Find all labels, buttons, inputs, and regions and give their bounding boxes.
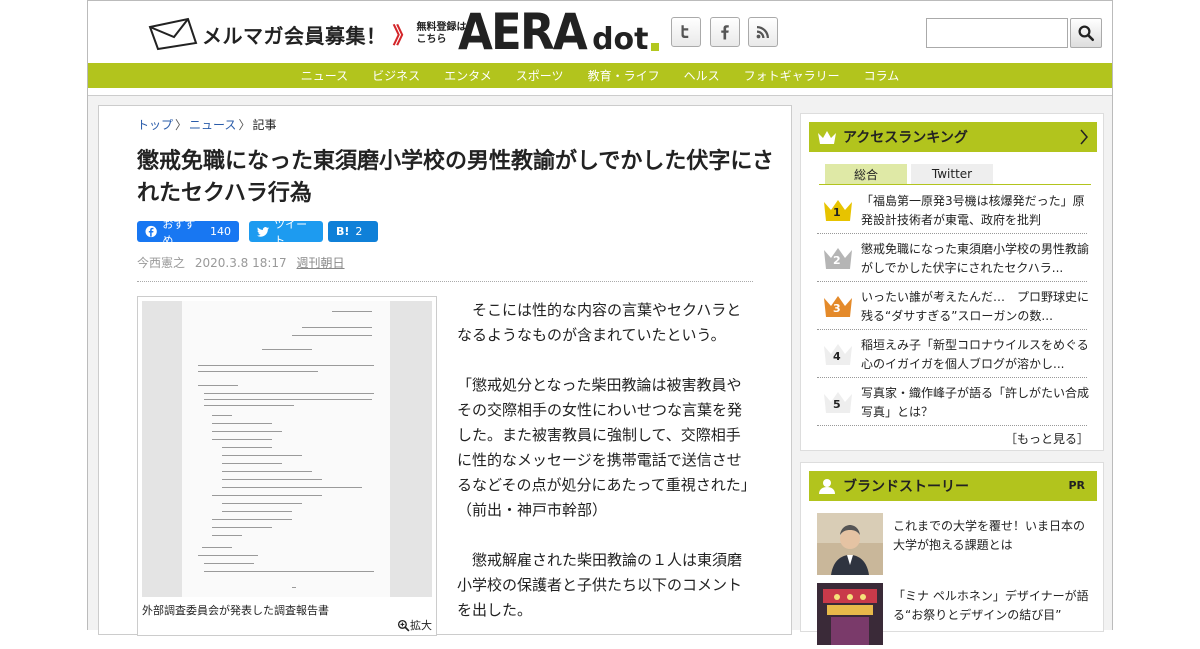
- twitter-button[interactable]: [671, 17, 701, 47]
- ranking-item[interactable]: 3 いったい誰が考えたんだ… プロ野球史に残る“ダサすぎる”スローガンの数...: [817, 282, 1089, 330]
- ranking-tabs: 総合 Twitter: [825, 164, 997, 184]
- ranking-item[interactable]: 4 稲垣えみ子「新型コロナウイルスをめぐる心のイガイガを個人ブログが溶かし...: [817, 330, 1089, 378]
- nav-item-education[interactable]: 教育・ライフ: [588, 67, 660, 84]
- access-ranking-panel: アクセスランキング 総合 Twitter 1 「福島第一原発3号機は核爆発だった…: [800, 113, 1104, 451]
- brand-story-item[interactable]: 「ミナ ペルホネン」デザイナーが語る“お祭りとデザインの結び目”: [817, 583, 1093, 649]
- breadcrumb-home[interactable]: トップ: [137, 118, 173, 132]
- tweet-button[interactable]: ツイート: [249, 218, 323, 247]
- twitter-icon: [681, 25, 689, 38]
- breadcrumb: トップ〉ニュース〉記事: [137, 118, 277, 132]
- story-thumbnail-portrait: [817, 513, 883, 575]
- article-body: そこには性的な内容の言葉やセクハラとなるようなものが含まれていたという。 「懲戒…: [457, 298, 751, 648]
- facebook-share-button[interactable]: おすすめ 140: [137, 218, 239, 247]
- article-title: 懲戒免職になった東須磨小学校の男性教諭がしでかした伏字にされたセクハラ行為: [137, 149, 774, 206]
- logo-dot: dot: [592, 22, 649, 57]
- divider: [137, 281, 753, 282]
- figure-caption: 外部調査委員会が発表した調査報告書: [142, 604, 329, 617]
- page-frame: メルマガ会員募集！ 》 無料登録は こちら AERA dot ニュース ビジネス…: [87, 0, 1113, 645]
- nav-item-business[interactable]: ビジネス: [372, 67, 420, 84]
- crown-icon: [818, 131, 836, 144]
- report-document-image: [182, 301, 390, 597]
- arrow-icon: 》: [392, 24, 415, 49]
- chevron-right-icon: [1080, 129, 1088, 145]
- mailmag-label: メルマガ会員募集！: [202, 23, 387, 48]
- brand-story-item[interactable]: これまでの大学を覆せ！いま日本の大学が抱える課題とは: [817, 513, 1093, 579]
- ranking-item[interactable]: 5 写真家・織作峰子が語る「許しがたい合成写真」とは？: [817, 378, 1089, 426]
- hatena-icon: B!: [336, 225, 350, 238]
- site-header: メルマガ会員募集！ 》 無料登録は こちら AERA dot: [88, 0, 1112, 63]
- ranking-item[interactable]: 2 懲戒免職になった東須磨小学校の男性教諭がしでかした伏字にされたセクハラ...: [817, 234, 1089, 282]
- article-figure[interactable]: 外部調査委員会が発表した調査報告書 拡大: [137, 296, 437, 636]
- search-input[interactable]: [926, 18, 1068, 48]
- nav-item-photo[interactable]: フォトギャラリー: [744, 67, 840, 84]
- paragraph: 「懲戒処分となった柴田教論は被害教員やその交際相手の女性にわいせつな言葉を発した…: [457, 376, 749, 519]
- pr-badge: PR: [1068, 479, 1085, 492]
- facebook-button[interactable]: [710, 17, 740, 47]
- rss-button[interactable]: [748, 17, 778, 47]
- paragraph: 懲戒解雇された柴田教論の１人は東須磨小学校の保護者と子供たち以下のコメントを出し…: [457, 551, 743, 619]
- more-ranking-link[interactable]: ［もっと見る］: [1005, 430, 1089, 447]
- tab-twitter[interactable]: Twitter: [911, 164, 993, 184]
- nav-item-sports[interactable]: スポーツ: [516, 67, 564, 84]
- hatena-bookmark-button[interactable]: B! 2: [328, 221, 378, 242]
- breadcrumb-news[interactable]: ニュース: [189, 118, 236, 132]
- rss-icon: [756, 26, 769, 39]
- paragraph: そこには性的な内容の言葉やセクハラとなるようなものが含まれていたという。: [457, 301, 742, 344]
- nav-item-health[interactable]: ヘルス: [684, 67, 720, 84]
- site-logo[interactable]: AERA dot: [458, 7, 659, 57]
- author: 今西憲之: [137, 256, 186, 270]
- breadcrumb-current: 記事: [252, 118, 277, 132]
- twitter-bird-icon: [257, 226, 270, 237]
- facebook-icon: [145, 225, 157, 238]
- nav-item-entame[interactable]: エンタメ: [444, 67, 492, 84]
- search-button[interactable]: [1070, 18, 1102, 48]
- enlarge-button[interactable]: 拡大: [397, 617, 432, 633]
- envelope-icon: [148, 17, 198, 51]
- ranking-header[interactable]: アクセスランキング: [809, 122, 1097, 152]
- tab-all[interactable]: 総合: [825, 164, 907, 184]
- global-nav: ニュース ビジネス エンタメ スポーツ 教育・ライフ ヘルス フォトギャラリー …: [88, 63, 1112, 88]
- publication-link[interactable]: 週刊朝日: [297, 256, 345, 270]
- nav-item-news[interactable]: ニュース: [301, 67, 348, 84]
- article-meta: 今西憲之 2020.3.8 18:17 週刊朝日: [137, 254, 345, 271]
- publish-date: 2020.3.8 18:17: [194, 256, 287, 270]
- report-image[interactable]: [142, 301, 432, 597]
- ranking-item[interactable]: 1 「福島第一原発3号機は核爆発だった」原発設計技術者が東電、政府を批判: [817, 186, 1087, 234]
- logo-dot-mark: [650, 43, 659, 51]
- person-icon: [819, 479, 835, 494]
- story-thumbnail-festival: [817, 583, 883, 645]
- search-icon: [1078, 25, 1095, 42]
- article-panel: トップ〉ニュース〉記事 懲戒免職になった東須磨小学校の男性教諭がしでかした伏字に…: [98, 105, 792, 636]
- logo-aera: AERA: [458, 3, 588, 61]
- mailmag-banner[interactable]: メルマガ会員募集！ 》 無料登録は こちら: [148, 17, 467, 51]
- brand-story-panel: ブランドストーリー PR これまでの大学を覆せ！いま日本の大学が抱える課題とは: [800, 462, 1104, 645]
- facebook-icon: [721, 25, 729, 40]
- brand-story-header: ブランドストーリー PR: [809, 471, 1097, 501]
- nav-item-column[interactable]: コラム: [864, 67, 900, 84]
